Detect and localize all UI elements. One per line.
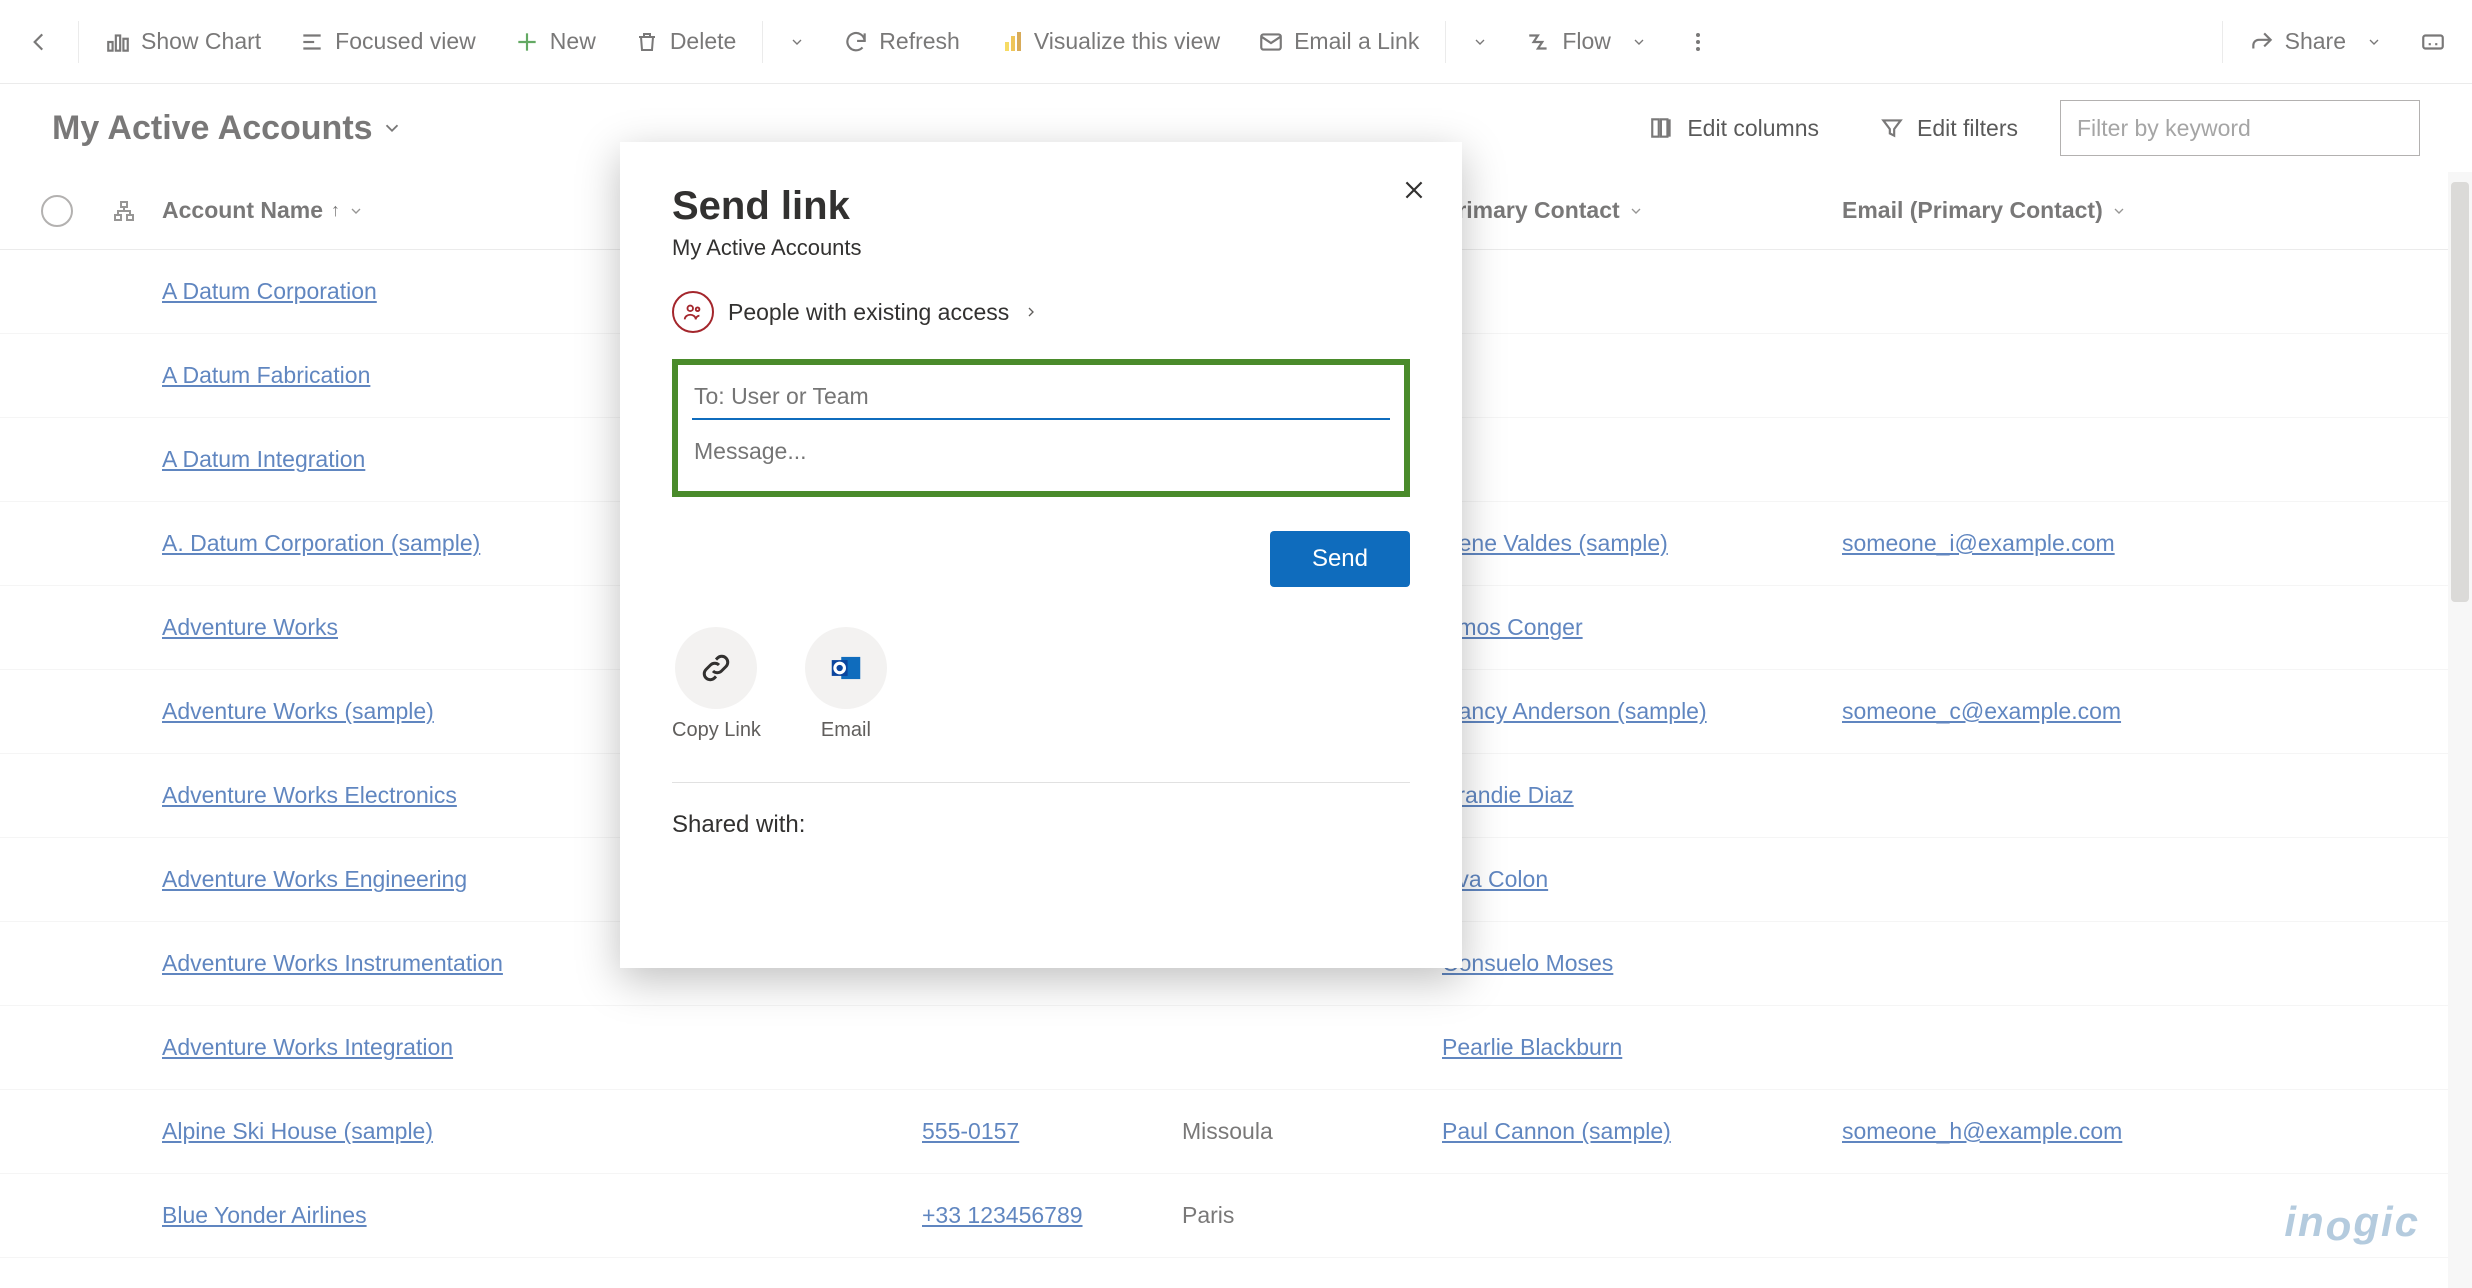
send-button[interactable]: Send — [1270, 531, 1410, 587]
copy-link-label: Copy Link — [672, 719, 761, 742]
chevron-right-icon — [1023, 304, 1039, 320]
close-icon — [1401, 177, 1427, 203]
share-options: Copy Link Email — [672, 627, 1410, 783]
email-option-label: Email — [821, 719, 871, 742]
recipient-highlight-box — [672, 359, 1410, 497]
outlook-icon — [805, 627, 887, 709]
people-access-icon — [672, 291, 714, 333]
email-option[interactable]: Email — [805, 627, 887, 742]
send-link-dialog: Send link My Active Accounts People with… — [620, 142, 1462, 968]
watermark: inogic — [2284, 1198, 2420, 1246]
dialog-close-button[interactable] — [1394, 170, 1434, 210]
message-input[interactable] — [692, 420, 1390, 471]
shared-with-label: Shared with: — [672, 811, 1410, 839]
copy-link-icon — [675, 627, 757, 709]
access-scope-label: People with existing access — [728, 299, 1009, 326]
dialog-title: Send link — [672, 184, 1410, 229]
copy-link-option[interactable]: Copy Link — [672, 627, 761, 742]
to-input[interactable] — [692, 375, 1390, 420]
dialog-subtitle: My Active Accounts — [672, 235, 1410, 261]
access-scope-button[interactable]: People with existing access — [672, 291, 1410, 333]
